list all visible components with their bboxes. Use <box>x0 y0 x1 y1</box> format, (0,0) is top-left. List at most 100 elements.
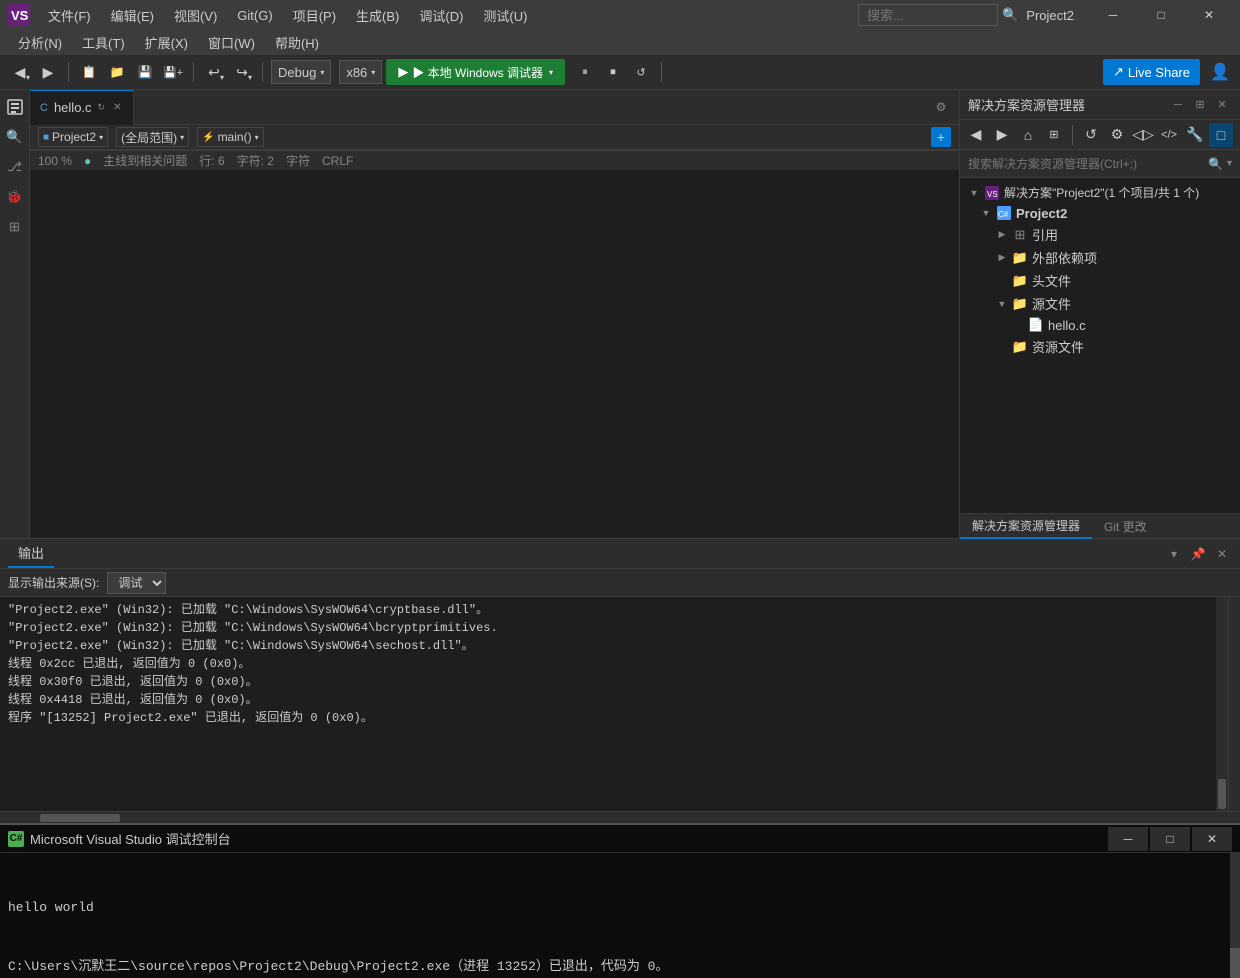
resource-files-node[interactable]: 📁 资源文件 <box>960 335 1240 358</box>
output-close-icon[interactable]: ✕ <box>1212 544 1232 564</box>
extensions-icon[interactable]: ⊞ <box>2 214 28 240</box>
output-pin-icon[interactable]: 📌 <box>1188 544 1208 564</box>
project-node[interactable]: ▼ C# Project2 <box>960 203 1240 223</box>
se-header: 解决方案资源管理器 ─ ⊞ ✕ <box>960 90 1240 120</box>
se-search-options[interactable]: ▾ <box>1227 158 1232 169</box>
close-button[interactable]: ✕ <box>1186 0 1232 30</box>
project-label: Project2 <box>1016 206 1067 221</box>
references-node[interactable]: ▶ ⊞ 引用 <box>960 223 1240 246</box>
menu-build[interactable]: 生成(B) <box>346 2 409 29</box>
output-scrollbar[interactable] <box>1216 597 1228 811</box>
search-icon[interactable]: 🔍 <box>2 124 28 150</box>
se-float-button[interactable]: ⊞ <box>1190 95 1210 115</box>
nav-plus-button[interactable]: + <box>931 127 951 147</box>
se-pin-button[interactable]: ─ <box>1168 95 1188 115</box>
se-settings-button[interactable]: ⚙ <box>1105 123 1129 147</box>
stop-button[interactable]: ⏹ <box>601 60 625 84</box>
output-hscroll[interactable] <box>0 811 1240 823</box>
console-scrollbar[interactable] <box>1230 853 1240 978</box>
menu-project[interactable]: 项目(P) <box>283 2 346 29</box>
menu-analyze[interactable]: 分析(N) <box>8 29 72 56</box>
console-minimize-button[interactable]: ─ <box>1108 827 1148 851</box>
tab-settings-icon[interactable]: ⚙ <box>931 97 951 117</box>
goto-error-text[interactable]: 主线到相关问题 <box>103 152 187 169</box>
debug-button[interactable]: ▶ ▶ 本地 Windows 调试器 ▾ <box>386 59 565 85</box>
menu-debug[interactable]: 调试(D) <box>409 2 473 29</box>
solution-node[interactable]: ▼ VS 解决方案"Project2"(1 个项目/共 1 个) <box>960 182 1240 203</box>
toolbar-sep-4 <box>661 62 662 82</box>
nav-function-dropdown[interactable]: ⚡ main() ▾ <box>197 127 263 147</box>
redo-button[interactable]: ↪ ▾ <box>230 60 254 84</box>
debug-icon[interactable]: 🐞 <box>2 184 28 210</box>
undo-button[interactable]: ↩ ▾ <box>202 60 226 84</box>
editor-tab-hello-c[interactable]: C hello.c ↻ ✕ <box>30 90 134 125</box>
editor-content[interactable] <box>30 170 959 538</box>
se-search-input[interactable] <box>968 157 1208 171</box>
zoom-level: 100 % <box>38 154 72 168</box>
tab-close-button[interactable]: ✕ <box>111 101 123 114</box>
menu-tools[interactable]: 工具(T) <box>72 29 135 56</box>
back-button[interactable]: ◀ ▾ <box>8 60 32 84</box>
new-project-button[interactable]: 📋 <box>77 60 101 84</box>
console-content: hello world C:\Users\沉默王二\source\repos\P… <box>0 853 1230 978</box>
save-all-button[interactable]: 💾+ <box>161 60 185 84</box>
menu-help[interactable]: 帮助(H) <box>265 29 329 56</box>
resource-files-label: 资源文件 <box>1032 337 1084 356</box>
resource-files-arrow <box>996 341 1008 353</box>
se-sep <box>1072 125 1073 145</box>
menu-window[interactable]: 窗口(W) <box>198 29 265 56</box>
nav-project-dropdown[interactable]: ■ Project2 ▾ <box>38 127 108 147</box>
se-wrench-icon[interactable]: 🔧 <box>1183 123 1207 147</box>
save-button[interactable]: 💾 <box>133 60 157 84</box>
output-chevron-down-icon[interactable]: ▾ <box>1164 544 1184 564</box>
svg-text:VS: VS <box>987 190 998 199</box>
menu-view[interactable]: 视图(V) <box>164 2 227 29</box>
platform-dropdown[interactable]: x86 ▾ <box>339 60 382 84</box>
git-icon[interactable]: ⎇ <box>2 154 28 180</box>
output-tab[interactable]: 输出 <box>8 539 54 568</box>
nav-scope-dropdown[interactable]: (全局范围) ▾ <box>116 127 189 147</box>
se-tab-git[interactable]: Git 更改 <box>1092 514 1159 539</box>
se-tab-explorer[interactable]: 解决方案资源管理器 <box>960 514 1092 539</box>
output-line-7: 程序 "[13252] Project2.exe" 已退出, 返回值为 0 (0… <box>8 709 1208 727</box>
menu-edit[interactable]: 编辑(E) <box>101 2 164 29</box>
header-files-node[interactable]: 📁 头文件 <box>960 269 1240 292</box>
console-close-button[interactable]: ✕ <box>1192 827 1232 851</box>
status-crlf: CRLF <box>322 154 353 168</box>
se-refresh-button[interactable]: ⊞ <box>1042 123 1066 147</box>
pause-button[interactable]: ⏸ <box>573 60 597 84</box>
external-deps-node[interactable]: ▶ 📁 外部依赖项 <box>960 246 1240 269</box>
se-close-button[interactable]: ✕ <box>1212 95 1232 115</box>
search-input[interactable] <box>858 4 998 26</box>
console-icon: C# <box>8 831 24 847</box>
restore-button[interactable]: □ <box>1138 0 1184 30</box>
se-code-icon[interactable]: </> <box>1157 123 1181 147</box>
source-files-node[interactable]: ▼ 📁 源文件 <box>960 292 1240 315</box>
se-expand-icon[interactable]: □ <box>1209 123 1233 147</box>
minimize-button[interactable]: ─ <box>1090 0 1136 30</box>
open-button[interactable]: 📁 <box>105 60 129 84</box>
se-preview-button[interactable]: ◁▷ <box>1131 123 1155 147</box>
search-icon: 🔍 <box>1002 7 1018 23</box>
menu-extensions[interactable]: 扩展(X) <box>135 29 198 56</box>
se-forward-button[interactable]: ▶ <box>990 123 1014 147</box>
menu-file[interactable]: 文件(F) <box>38 2 101 29</box>
svg-text:VS: VS <box>11 8 29 23</box>
menu-test[interactable]: 测试(U) <box>473 2 537 29</box>
live-share-button[interactable]: ↗ Live Share <box>1103 59 1200 85</box>
solution-label: 解决方案"Project2"(1 个项目/共 1 个) <box>1004 184 1199 201</box>
restart-button[interactable]: ↺ <box>629 60 653 84</box>
se-filter-button[interactable]: ↺ <box>1079 123 1103 147</box>
se-home-button[interactable]: ⌂ <box>1016 123 1040 147</box>
profile-button[interactable]: 👤 <box>1208 60 1232 84</box>
se-back-button[interactable]: ◀ <box>964 123 988 147</box>
output-source-select[interactable]: 调试 <box>107 572 166 594</box>
console-restore-button[interactable]: □ <box>1150 827 1190 851</box>
output-line-1: "Project2.exe" (Win32): 已加载 "C:\Windows\… <box>8 601 1208 619</box>
nav-bar: ■ Project2 ▾ (全局范围) ▾ ⚡ main() ▾ + <box>30 125 959 150</box>
hello-c-node[interactable]: 📄 hello.c <box>960 315 1240 335</box>
config-dropdown[interactable]: Debug ▾ <box>271 60 331 84</box>
explorer-icon[interactable] <box>2 94 28 120</box>
menu-git[interactable]: Git(G) <box>227 4 282 27</box>
forward-button[interactable]: ▶ <box>36 60 60 84</box>
